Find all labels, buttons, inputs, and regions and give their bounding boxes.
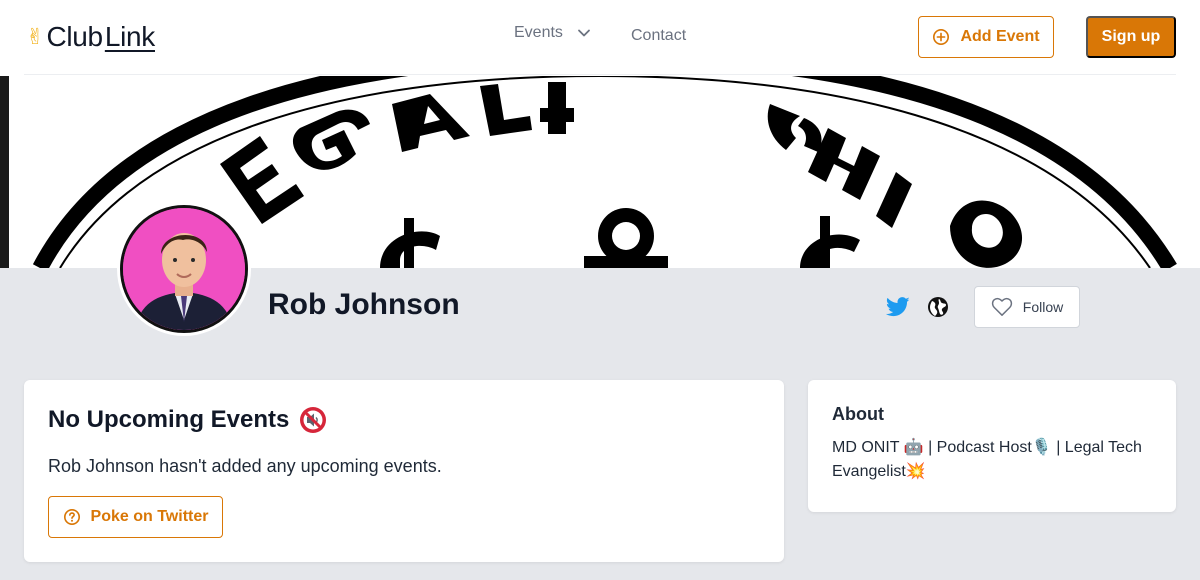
- add-event-label: Add Event: [960, 28, 1040, 45]
- profile-name: Rob Johnson: [268, 288, 460, 321]
- avatar-photo: [120, 205, 248, 333]
- plus-circle-icon: [933, 28, 950, 46]
- about-heading: About: [832, 404, 884, 424]
- logo-text-club: Club: [46, 21, 103, 52]
- add-event-button[interactable]: Add Event: [918, 16, 1054, 58]
- nav-events-label: Events: [514, 24, 563, 41]
- logo-text-link: Link: [104, 21, 155, 52]
- chevron-down-icon: [578, 29, 590, 37]
- events-heading-text: No Upcoming Events: [48, 406, 290, 433]
- person-portrait-graphic: [123, 208, 245, 330]
- question-circle-icon: [63, 508, 80, 526]
- follow-label: Follow: [1022, 299, 1064, 315]
- clublink-logo[interactable]: ✌ Club Link: [26, 18, 155, 56]
- sign-up-button[interactable]: Sign up: [1086, 16, 1176, 58]
- no-events-message: Rob Johnson hasn't added any upcoming ev…: [48, 456, 442, 476]
- top-navigation-bar: ✌ Club Link Events Contact Add Event Sig…: [0, 0, 1200, 76]
- about-card: About MD ONIT 🤖 | Podcast Host🎙️ | Legal…: [808, 380, 1176, 512]
- events-heading: No Upcoming Events: [48, 406, 327, 434]
- muted-speaker-icon: [300, 407, 327, 433]
- globe-icon[interactable]: [927, 296, 949, 318]
- victory-hand-icon: ✌: [26, 24, 45, 49]
- nav-events-dropdown[interactable]: Events: [514, 24, 591, 42]
- profile-avatar: [117, 202, 251, 336]
- about-bio: MD ONIT 🤖 | Podcast Host🎙️ | Legal Tech …: [832, 439, 1142, 480]
- poke-label: Poke on Twitter: [90, 508, 209, 525]
- heart-outline-icon: [991, 297, 1012, 316]
- twitter-icon[interactable]: [886, 296, 910, 318]
- poke-on-twitter-button[interactable]: Poke on Twitter: [48, 496, 223, 538]
- nav-contact-link[interactable]: Contact: [631, 27, 686, 45]
- upcoming-events-card: No Upcoming Events Rob Johnson hasn't ad…: [24, 380, 784, 562]
- header-divider: [24, 74, 1176, 75]
- follow-button[interactable]: Follow: [974, 286, 1080, 328]
